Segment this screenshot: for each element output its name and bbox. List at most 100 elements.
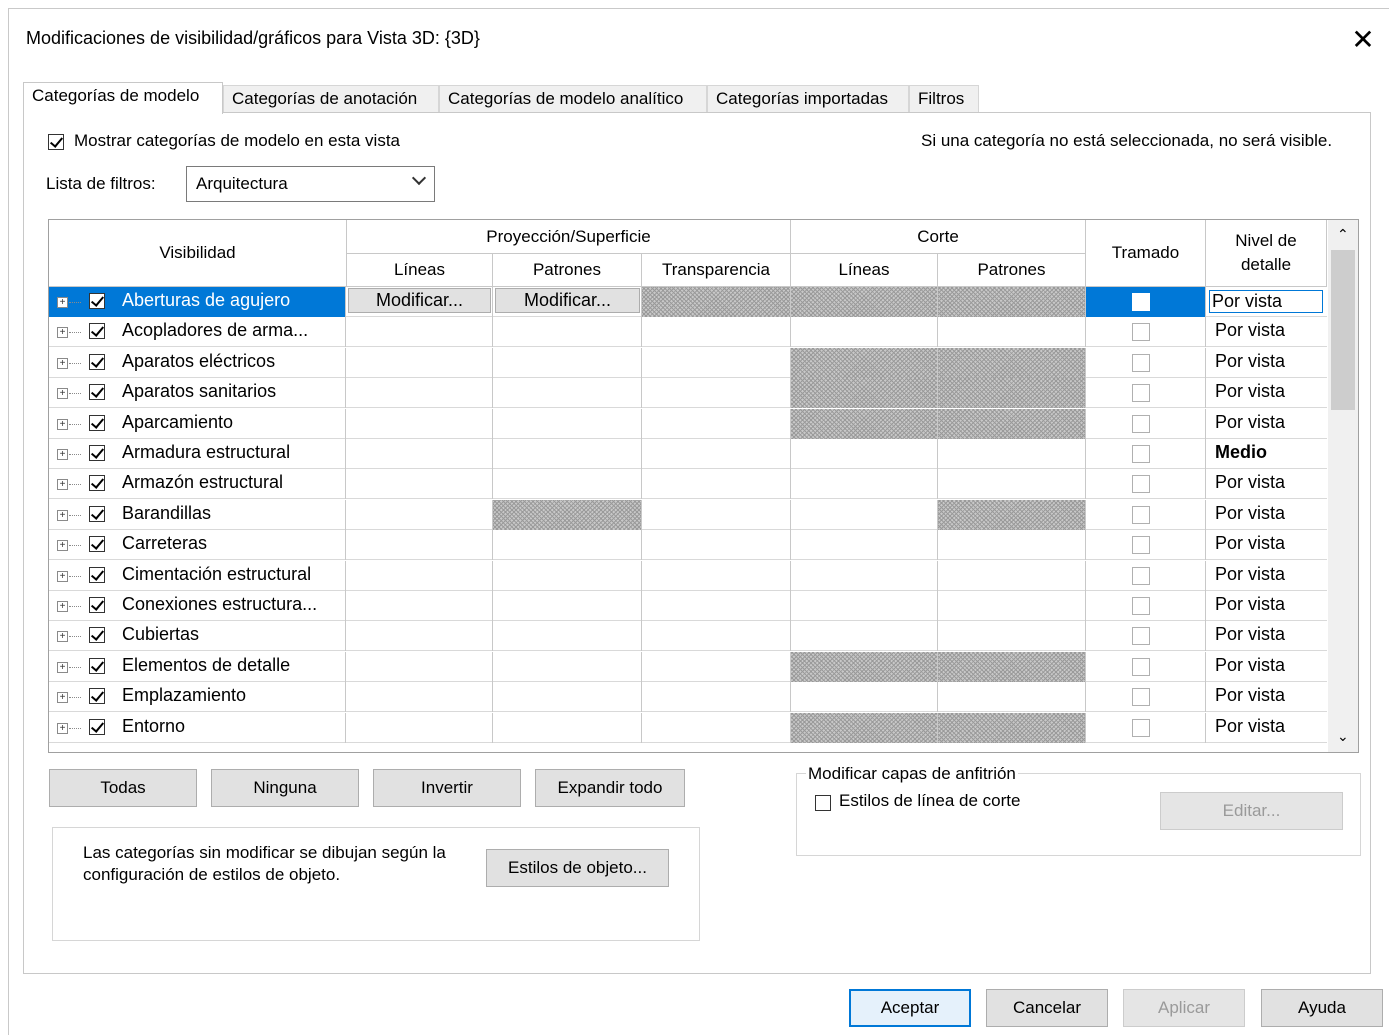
visibility-checkbox[interactable]	[89, 445, 105, 461]
expand-icon[interactable]: +	[57, 479, 68, 491]
transparency-cell[interactable]	[642, 347, 791, 378]
proj-lines-cell[interactable]	[347, 530, 493, 561]
ok-button[interactable]: Aceptar	[849, 989, 971, 1027]
visibility-checkbox[interactable]	[89, 718, 105, 735]
edit-button[interactable]: Editar...	[1160, 792, 1343, 830]
cut-patterns-cell[interactable]	[938, 287, 1086, 317]
proj-patterns-cell[interactable]	[493, 530, 642, 561]
proj-patterns-cell[interactable]	[493, 499, 642, 530]
proj-lines-cell[interactable]	[347, 651, 493, 682]
filter-list-dropdown[interactable]: Arquitectura	[186, 166, 435, 202]
proj-lines-cell[interactable]	[347, 560, 493, 591]
expand-icon[interactable]: +	[57, 570, 68, 582]
expand-icon[interactable]: +	[57, 449, 68, 460]
expand-icon[interactable]: +	[57, 692, 68, 704]
table-row[interactable]: + Aparatos eléctricos Por vista	[49, 347, 1327, 378]
cut-lines-cell[interactable]	[791, 591, 938, 621]
table-row[interactable]: + Elementos de detalle Por vista	[49, 651, 1327, 682]
proj-lines-cell[interactable]	[347, 591, 493, 621]
proj-patterns-cell[interactable]	[493, 591, 642, 621]
category-name-cell[interactable]: + Barandillas	[49, 499, 346, 530]
cut-lines-cell[interactable]	[791, 682, 938, 713]
tab-model-categories[interactable]: Categorías de modelo	[23, 82, 223, 114]
proj-lines-cell[interactable]	[347, 439, 493, 469]
proj-lines-cell[interactable]	[347, 347, 493, 378]
vertical-scrollbar[interactable]: ⌃ ⌄	[1328, 220, 1358, 752]
cut-patterns-cell[interactable]	[938, 591, 1086, 621]
cut-lines-cell[interactable]	[791, 378, 938, 409]
cut-line-styles-checkbox[interactable]	[815, 792, 831, 812]
transparency-cell[interactable]	[642, 378, 791, 409]
cut-lines-cell[interactable]	[791, 347, 938, 378]
cut-patterns-cell[interactable]	[938, 408, 1086, 439]
detail-level-value[interactable]: Medio	[1215, 442, 1267, 463]
table-row[interactable]: + Aberturas de agujero Modificar... Modific…	[49, 287, 1327, 317]
proj-lines-cell[interactable]	[347, 378, 493, 409]
detail-level-value[interactable]: Por vista	[1215, 685, 1285, 706]
tab-analytical-categories[interactable]: Categorías de modelo analítico	[439, 85, 707, 113]
visibility-checkbox[interactable]	[89, 323, 105, 340]
visibility-checkbox[interactable]	[89, 688, 105, 705]
halftone-checkbox[interactable]	[1132, 384, 1150, 403]
table-row[interactable]: + Aparatos sanitarios Por vista	[49, 378, 1327, 409]
transparency-cell[interactable]	[642, 682, 791, 713]
halftone-checkbox[interactable]	[1132, 323, 1150, 342]
cancel-button[interactable]: Cancelar	[986, 989, 1108, 1027]
category-name-cell[interactable]: + Aparatos sanitarios	[49, 378, 346, 409]
cut-lines-cell[interactable]	[791, 408, 938, 439]
override-button[interactable]: Modificar...	[348, 288, 491, 313]
cut-patterns-cell[interactable]	[938, 378, 1086, 409]
table-row[interactable]: + Aparcamiento Por vista	[49, 408, 1327, 439]
expand-all-button[interactable]: Expandir todo	[535, 769, 685, 807]
expand-icon[interactable]: +	[57, 540, 68, 552]
category-name-cell[interactable]: + Conexiones estructura...	[49, 591, 346, 621]
proj-patterns-cell[interactable]	[493, 469, 642, 500]
cut-lines-cell[interactable]	[791, 621, 938, 652]
detail-level-value[interactable]: Por vista	[1215, 594, 1285, 615]
detail-level-value[interactable]: Por vista	[1215, 716, 1285, 737]
cut-patterns-cell[interactable]	[938, 682, 1086, 713]
category-name-cell[interactable]: + Entorno	[49, 712, 346, 743]
proj-patterns-cell[interactable]	[493, 621, 642, 652]
cut-patterns-cell[interactable]	[938, 560, 1086, 591]
halftone-checkbox[interactable]	[1132, 688, 1150, 707]
visibility-checkbox[interactable]	[89, 505, 105, 522]
halftone-checkbox[interactable]	[1132, 445, 1150, 463]
visibility-checkbox[interactable]	[89, 353, 105, 370]
transparency-cell[interactable]	[642, 469, 791, 500]
category-name-cell[interactable]: + Aparcamiento	[49, 408, 346, 439]
table-row[interactable]: + Armazón estructural Por vista	[49, 469, 1327, 500]
visibility-checkbox[interactable]	[89, 293, 105, 309]
halftone-checkbox[interactable]	[1132, 475, 1150, 494]
table-row[interactable]: + Armadura estructural Medio	[49, 439, 1327, 469]
visibility-checkbox[interactable]	[89, 566, 105, 583]
transparency-cell[interactable]	[642, 560, 791, 591]
expand-icon[interactable]: +	[57, 327, 68, 339]
halftone-checkbox[interactable]	[1132, 353, 1150, 372]
cut-patterns-cell[interactable]	[938, 469, 1086, 500]
tab-filters[interactable]: Filtros	[909, 85, 979, 113]
expand-icon[interactable]: +	[57, 297, 68, 308]
proj-patterns-cell[interactable]	[493, 317, 642, 348]
cut-lines-cell[interactable]	[791, 439, 938, 469]
cut-patterns-cell[interactable]	[938, 712, 1086, 743]
apply-button[interactable]: Aplicar	[1123, 989, 1245, 1027]
category-name-cell[interactable]: + Armadura estructural	[49, 439, 346, 469]
transparency-cell[interactable]	[642, 651, 791, 682]
proj-patterns-cell[interactable]	[493, 712, 642, 743]
expand-icon[interactable]: +	[57, 388, 68, 400]
table-row[interactable]: + Entorno Por vista	[49, 712, 1327, 743]
table-row[interactable]: + Cubiertas Por vista	[49, 621, 1327, 652]
transparency-cell[interactable]	[642, 317, 791, 348]
visibility-checkbox[interactable]	[89, 657, 105, 674]
cut-lines-cell[interactable]	[791, 317, 938, 348]
halftone-checkbox[interactable]	[1132, 566, 1150, 585]
expand-icon[interactable]: +	[57, 722, 68, 734]
visibility-checkbox[interactable]	[89, 414, 105, 431]
transparency-cell[interactable]	[642, 287, 791, 317]
expand-icon[interactable]: +	[57, 509, 68, 521]
proj-lines-cell[interactable]	[347, 621, 493, 652]
category-name-cell[interactable]: + Carreteras	[49, 530, 346, 561]
transparency-cell[interactable]	[642, 439, 791, 469]
cut-patterns-cell[interactable]	[938, 317, 1086, 348]
